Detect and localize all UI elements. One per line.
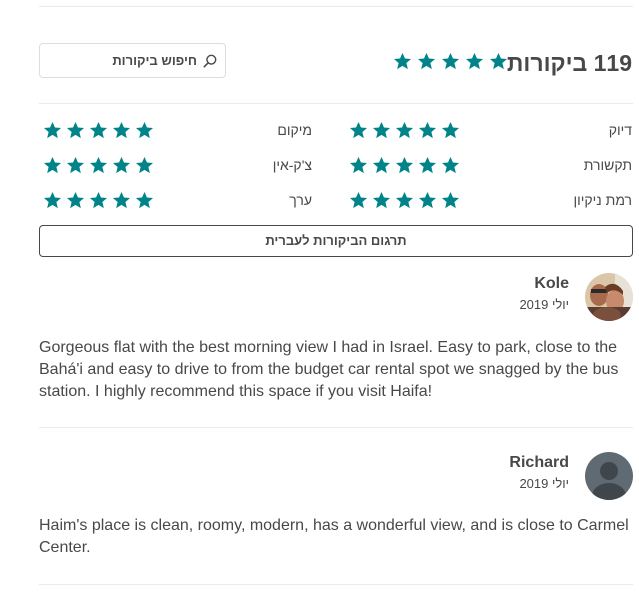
- default-user-icon: [585, 452, 633, 500]
- star-icon: [372, 191, 391, 209]
- category-accuracy-stars: [349, 121, 460, 140]
- reviews-count-title: 119 ביקורות: [506, 50, 632, 76]
- translate-reviews-button[interactable]: תרגום הביקורות לעברית: [39, 225, 633, 257]
- star-icon: [43, 121, 62, 139]
- reviewer-name[interactable]: Kole: [534, 275, 569, 293]
- star-icon: [349, 156, 368, 174]
- review-divider: [39, 584, 633, 585]
- review-text: Gorgeous flat with the best morning view…: [39, 339, 619, 400]
- star-icon: [43, 156, 62, 174]
- category-communication-label: תקשורת: [583, 157, 632, 173]
- category-value-stars: [43, 191, 154, 210]
- category-checkin-label: צ'ק-אין: [272, 157, 312, 173]
- star-icon: [441, 121, 460, 139]
- review-text: Haim's place is clean, roomy, modern, ha…: [39, 517, 629, 556]
- category-value-label: ערך: [289, 192, 312, 208]
- star-icon: [395, 191, 414, 209]
- star-icon: [395, 156, 414, 174]
- review-divider: [39, 427, 633, 428]
- star-icon: [395, 121, 414, 139]
- star-icon: [89, 156, 108, 174]
- review-date: יולי 2019: [519, 476, 569, 491]
- star-icon: [112, 156, 131, 174]
- star-icon: [112, 121, 131, 139]
- reviewer-name[interactable]: Richard: [509, 454, 569, 472]
- star-icon: [441, 156, 460, 174]
- search-icon: [203, 54, 217, 67]
- star-icon: [372, 156, 391, 174]
- star-icon: [135, 121, 154, 139]
- star-icon: [418, 156, 437, 174]
- star-icon: [349, 121, 368, 139]
- star-icon: [135, 156, 154, 174]
- star-icon: [66, 191, 85, 209]
- star-icon: [135, 191, 154, 209]
- category-cleanliness-stars: [349, 191, 460, 210]
- star-icon: [89, 191, 108, 209]
- reviewer-photo-icon: [585, 273, 633, 321]
- star-icon: [441, 191, 460, 209]
- star-icon: [441, 52, 460, 70]
- star-icon: [43, 191, 62, 209]
- star-icon: [349, 191, 368, 209]
- overall-rating-stars: [393, 52, 508, 71]
- top-divider: [39, 6, 633, 7]
- star-icon: [372, 121, 391, 139]
- search-input[interactable]: חיפוש ביקורות: [112, 53, 197, 68]
- category-checkin-stars: [43, 156, 154, 175]
- category-accuracy-label: דיוק: [608, 122, 632, 138]
- review-date: יולי 2019: [519, 297, 569, 312]
- star-icon: [465, 52, 484, 70]
- star-icon: [112, 191, 131, 209]
- category-communication-stars: [349, 156, 460, 175]
- star-icon: [393, 52, 412, 70]
- category-cleanliness-label: רמת ניקיון: [573, 192, 633, 208]
- star-icon: [89, 121, 108, 139]
- star-icon: [418, 191, 437, 209]
- star-icon: [418, 121, 437, 139]
- star-icon: [489, 52, 508, 70]
- avatar[interactable]: [585, 273, 633, 321]
- category-location-label: מיקום: [277, 122, 312, 138]
- header-divider: [39, 103, 633, 104]
- star-icon: [66, 121, 85, 139]
- search-reviews-field[interactable]: חיפוש ביקורות: [39, 43, 226, 78]
- star-icon: [66, 156, 85, 174]
- star-icon: [417, 52, 436, 70]
- avatar[interactable]: [585, 452, 633, 500]
- category-location-stars: [43, 121, 154, 140]
